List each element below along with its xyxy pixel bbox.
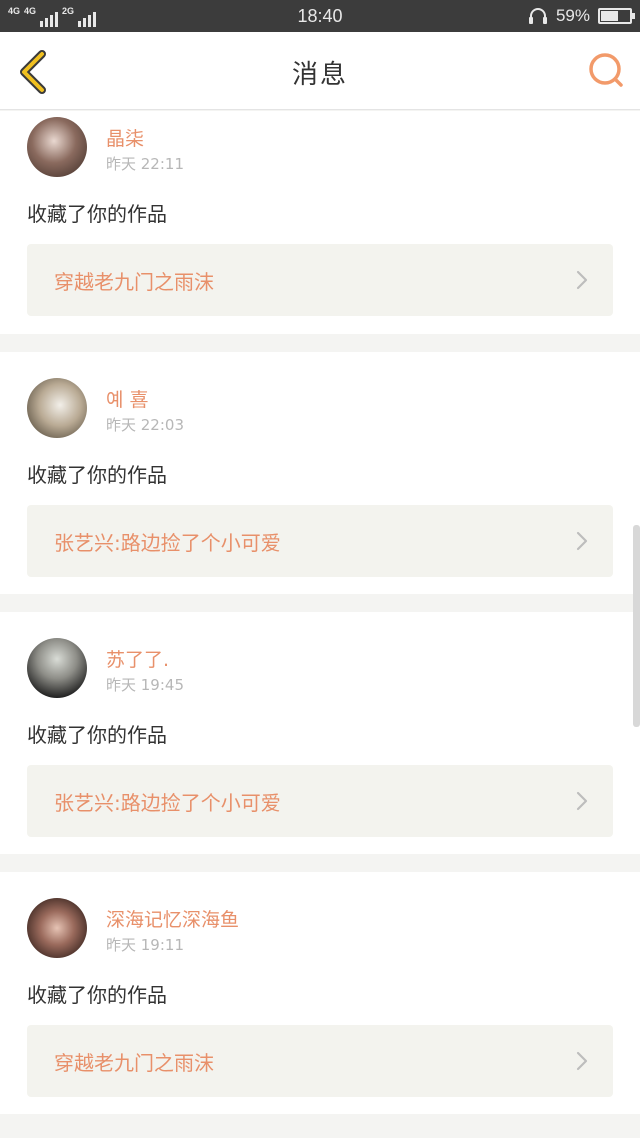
message-item: 苏了了. 昨天 19:45 收藏了你的作品 张艺兴:路边捡了个小可爱 [0, 612, 640, 854]
message-time: 昨天 22:03 [106, 416, 184, 434]
message-time: 昨天 22:11 [106, 155, 184, 173]
work-link[interactable]: 穿越老九门之雨沫 [27, 1025, 613, 1097]
avatar[interactable] [27, 638, 87, 698]
action-text: 收藏了你的作品 [27, 202, 167, 226]
username[interactable]: 苏了了. [106, 645, 169, 672]
work-title: 张艺兴:路边捡了个小可爱 [54, 791, 281, 815]
message-item: 深海记忆深海鱼 昨天 19:11 收藏了你的作品 穿越老九门之雨沫 [0, 872, 640, 1114]
battery-percent: 59% [555, 6, 590, 25]
avatar[interactable] [27, 117, 87, 177]
status-right: 59% [528, 5, 635, 27]
action-text: 收藏了你的作品 [27, 723, 167, 747]
chevron-right-icon [576, 791, 588, 811]
username[interactable]: 예 喜 [106, 385, 149, 412]
work-link[interactable]: 张艺兴:路边捡了个小可爱 [27, 765, 613, 837]
nav-bar: 消息 [0, 32, 640, 110]
chevron-right-icon [576, 1051, 588, 1071]
message-time: 昨天 19:45 [106, 676, 184, 694]
avatar[interactable] [27, 898, 87, 958]
work-title: 穿越老九门之雨沫 [54, 1051, 214, 1075]
username[interactable]: 晶柒 [106, 124, 144, 151]
username[interactable]: 深海记忆深海鱼 [106, 905, 239, 932]
page-title: 消息 [291, 60, 348, 90]
action-text: 收藏了你的作品 [27, 983, 167, 1007]
search-icon [589, 53, 623, 87]
chevron-right-icon [576, 270, 588, 290]
work-link[interactable]: 张艺兴:路边捡了个小可爱 [27, 505, 613, 577]
chevron-right-icon [576, 531, 588, 551]
scrollbar[interactable] [633, 525, 640, 727]
avatar[interactable] [27, 378, 87, 438]
status-bar: 4G 4G 2G 18:40 59% [0, 0, 640, 32]
work-title: 穿越老九门之雨沫 [54, 270, 214, 294]
headphones-icon [528, 8, 547, 24]
battery-icon [598, 8, 635, 24]
message-item: 晶柒 昨天 22:11 收藏了你的作品 穿越老九门之雨沫 [0, 111, 640, 334]
action-text: 收藏了你的作品 [27, 463, 167, 487]
work-link[interactable]: 穿越老九门之雨沫 [27, 244, 613, 316]
message-item: 예 喜 昨天 22:03 收藏了你的作品 张艺兴:路边捡了个小可爱 [0, 352, 640, 594]
work-title: 张艺兴:路边捡了个小可爱 [54, 531, 281, 555]
search-button[interactable] [586, 50, 626, 90]
message-time: 昨天 19:11 [106, 936, 184, 954]
